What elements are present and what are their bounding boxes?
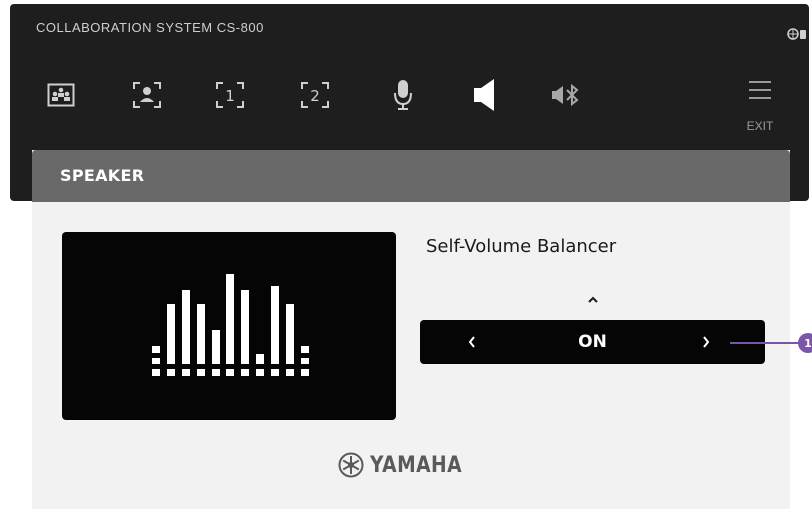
speaker-panel: SPEAKER Self-Volume Balancer ON YAMAHA	[32, 150, 790, 509]
system-title: COLLABORATION SYSTEM CS-800	[36, 20, 264, 35]
caret-up-icon[interactable]	[586, 292, 600, 306]
chevron-left-icon[interactable]	[466, 334, 478, 350]
bluetooth-speaker-icon[interactable]	[550, 78, 584, 112]
face-frame-icon[interactable]	[130, 78, 164, 112]
callout-line	[730, 342, 802, 344]
setting-value: ON	[578, 332, 607, 352]
self-volume-balancer-label: Self-Volume Balancer	[426, 236, 617, 257]
yamaha-wordmark: YAMAHA	[370, 452, 462, 478]
chevron-right-icon[interactable]	[700, 334, 712, 350]
menu-exit-button[interactable]: EXIT	[742, 78, 778, 134]
microphone-icon[interactable]	[386, 78, 420, 112]
callout-number: 1	[804, 336, 812, 350]
panel-header: SPEAKER	[32, 150, 790, 202]
equalizer-icon	[152, 274, 309, 376]
tuning-fork-emblem-icon	[338, 452, 364, 478]
preset-2-label: 2	[310, 87, 320, 105]
preset-2-icon[interactable]: 2	[298, 78, 332, 112]
layout-icon[interactable]	[44, 78, 78, 112]
speaker-visualization	[62, 232, 396, 420]
yamaha-logo: YAMAHA	[338, 450, 478, 480]
panel-title: SPEAKER	[60, 166, 145, 185]
preset-1-icon[interactable]: 1	[213, 78, 247, 112]
self-volume-balancer-selector[interactable]: ON	[420, 320, 765, 364]
menu-icon	[749, 81, 771, 99]
exit-label: EXIT	[746, 119, 774, 133]
network-status-icon	[787, 26, 809, 42]
preset-1-label: 1	[225, 87, 235, 105]
callout-marker: 1	[798, 333, 812, 353]
speaker-icon[interactable]	[469, 78, 503, 112]
